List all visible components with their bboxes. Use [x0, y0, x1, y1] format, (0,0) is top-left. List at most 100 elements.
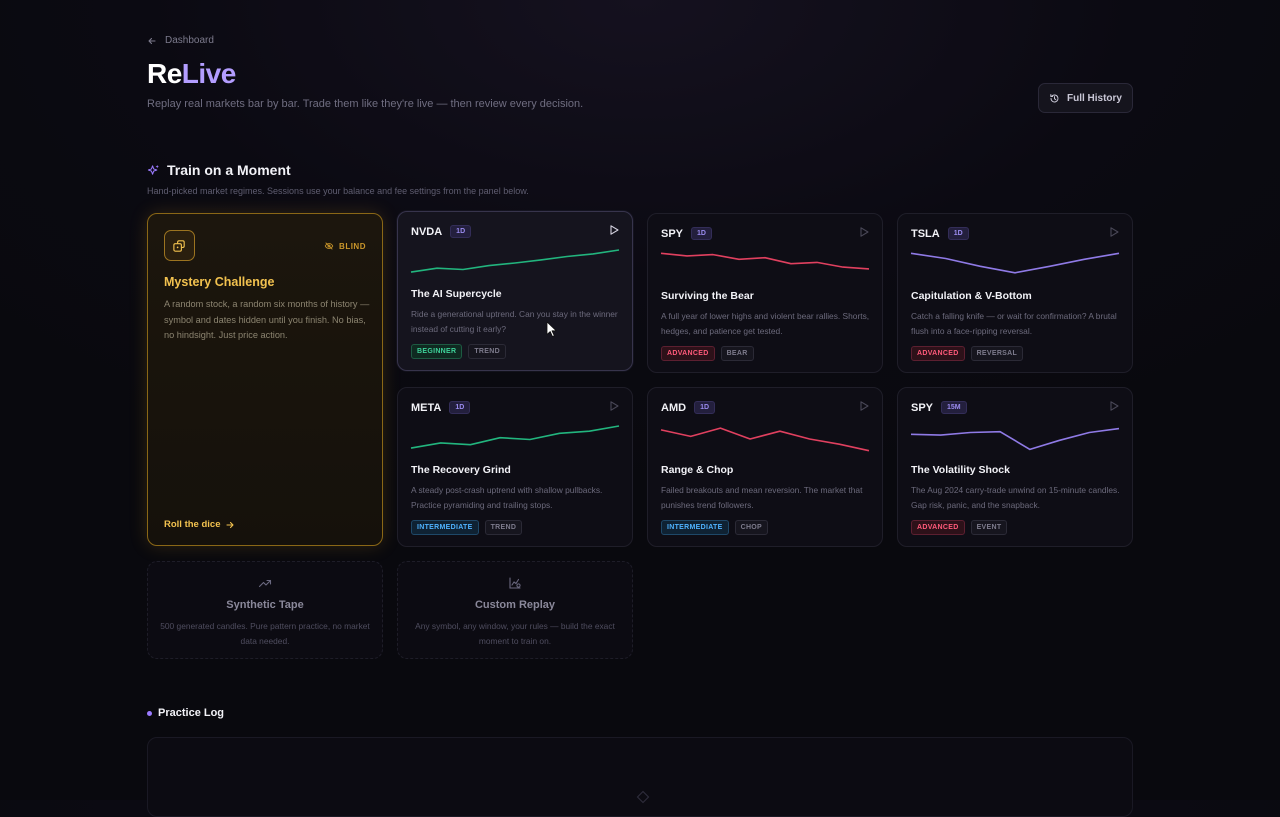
page-title-prefix: Re: [147, 58, 182, 89]
card-title: The AI Supercycle: [411, 288, 502, 300]
category-tag: TREND: [484, 520, 523, 535]
mystery-challenge-card[interactable]: BLIND Mystery Challenge A random stock, …: [147, 213, 383, 546]
page-title: ReLive: [147, 58, 236, 90]
difficulty-tag: ADVANCED: [911, 520, 965, 535]
sparkles-icon: [147, 164, 159, 175]
play-icon[interactable]: [608, 224, 620, 236]
mouse-cursor: [546, 321, 557, 337]
card-tags: ADVANCED BEAR: [661, 346, 754, 361]
card-symbol: NVDA: [411, 225, 443, 238]
card-tags: ADVANCED REVERSAL: [911, 346, 1024, 361]
trending-up-icon: [258, 579, 272, 588]
scenario-card[interactable]: META 1D The Recovery Grind A steady post-cr…: [397, 387, 633, 547]
category-tag: CHOP: [734, 520, 769, 535]
sparkline-path: [910, 252, 1120, 274]
sparkline-chart: [660, 252, 870, 270]
back-link-label: Dashboard: [165, 35, 214, 46]
scenario-card[interactable]: AMD 1D Range & Chop Failed breakouts and me…: [647, 387, 883, 547]
blind-badge-label: BLIND: [339, 241, 366, 251]
card-title: The Volatility Shock: [911, 464, 1010, 476]
custom-replay-description: Any symbol, any window, your rules — bui…: [415, 621, 615, 646]
card-header: TSLA 1D: [911, 227, 969, 240]
card-header: NVDA 1D: [411, 225, 472, 238]
card-title: Capitulation & V-Bottom: [911, 290, 1032, 302]
timeframe-badge: 1D: [691, 227, 712, 240]
roll-dice-link[interactable]: Roll the dice: [164, 519, 235, 530]
difficulty-tag: BEGINNER: [411, 344, 463, 359]
mystery-title: Mystery Challenge: [164, 275, 275, 289]
card-description: Catch a falling knife — or wait for conf…: [911, 311, 1117, 336]
sparkline-path: [410, 249, 620, 273]
category-tag: TREND: [468, 344, 506, 359]
card-tags: INTERMEDIATE CHOP: [661, 520, 769, 535]
sparkline-chart: [660, 427, 870, 452]
sparkline-chart: [910, 427, 1120, 451]
category-tag: REVERSAL: [970, 346, 1024, 361]
practice-log-title: Practice Log: [147, 707, 224, 719]
card-tags: BEGINNER TREND: [411, 344, 506, 359]
section-subtitle: Hand-picked market regimes. Sessions use…: [147, 186, 529, 196]
card-description: The Aug 2024 carry-trade unwind on 15-mi…: [911, 485, 1120, 510]
card-description: Ride a generational uptrend. Can you sta…: [411, 309, 618, 334]
scenario-card[interactable]: TSLA 1D Capitulation & V-Bottom Catch a fal…: [897, 213, 1133, 373]
card-symbol: AMD: [661, 401, 687, 414]
roll-dice-label: Roll the dice: [164, 519, 221, 530]
full-history-label: Full History: [1066, 92, 1122, 104]
card-title: The Recovery Grind: [411, 464, 511, 476]
sparkline-chart: [410, 249, 620, 273]
chart-settings-icon: [509, 577, 521, 589]
card-header: META 1D: [411, 401, 471, 414]
play-icon[interactable]: [608, 400, 620, 412]
timeframe-badge: 1D: [947, 227, 969, 240]
custom-replay-card[interactable]: Custom Replay Any symbol, any window, yo…: [397, 561, 633, 659]
difficulty-tag: INTERMEDIATE: [411, 520, 479, 535]
card-description: A steady post-crash uptrend with shallow…: [411, 485, 603, 510]
arrow-left-icon: [148, 37, 156, 44]
play-icon[interactable]: [1108, 400, 1120, 412]
practice-log-label: Practice Log: [158, 707, 225, 719]
card-tags: INTERMEDIATE TREND: [411, 520, 523, 535]
sparkline-chart: [910, 252, 1120, 274]
sparkline-path: [910, 427, 1120, 451]
card-symbol: META: [411, 401, 442, 414]
custom-replay-title: Custom Replay: [474, 599, 556, 611]
mystery-description: A random stock, a random six months of h…: [164, 299, 370, 340]
category-tag: BEAR: [720, 346, 754, 361]
full-history-button[interactable]: Full History: [1038, 83, 1133, 113]
sparkline-path: [410, 425, 620, 449]
card-symbol: SPY: [911, 401, 934, 414]
card-title: Range & Chop: [661, 464, 734, 476]
play-icon[interactable]: [858, 400, 870, 412]
eye-off-icon: [324, 242, 334, 250]
sparkline-path: [660, 252, 870, 270]
empty-state-icon: [636, 790, 650, 804]
synthetic-tape-title: Synthetic Tape: [226, 599, 304, 611]
scenario-card[interactable]: NVDA 1D The AI Supercycle Ride a generation…: [397, 211, 633, 371]
timeframe-badge: 1D: [694, 401, 716, 414]
scenario-card[interactable]: SPY 1D Surviving the Bear A full year of lo…: [647, 213, 883, 373]
difficulty-tag: ADVANCED: [911, 346, 965, 361]
synthetic-tape-card[interactable]: Synthetic Tape 500 generated candles. Pu…: [147, 561, 383, 659]
history-icon: [1050, 93, 1059, 102]
card-header: AMD 1D: [661, 401, 716, 414]
timeframe-badge: 15M: [941, 401, 967, 414]
category-tag: EVENT: [970, 520, 1008, 535]
back-link[interactable]: Dashboard: [147, 35, 214, 46]
card-description: A full year of lower highs and violent b…: [661, 311, 870, 336]
play-icon[interactable]: [858, 226, 870, 238]
card-header: SPY 15M: [911, 401, 967, 414]
timeframe-badge: 1D: [450, 225, 472, 238]
practice-log-panel: [147, 737, 1133, 817]
section-title-label: Train on a Moment: [167, 162, 291, 178]
play-icon[interactable]: [1108, 226, 1120, 238]
page-title-accent: Live: [181, 58, 237, 89]
card-header: SPY 1D: [661, 227, 712, 240]
scenario-card[interactable]: SPY 15M The Volatility Shock The Aug 2024 c…: [897, 387, 1133, 547]
dice-icon: [164, 230, 195, 261]
bullet-dot: [147, 710, 152, 716]
synthetic-tape-description: 500 generated candles. Pure pattern prac…: [160, 621, 370, 646]
section-title: Train on a Moment: [147, 162, 291, 178]
arrow-right-icon: [226, 521, 235, 528]
difficulty-tag: ADVANCED: [661, 346, 715, 361]
blind-badge: BLIND: [324, 241, 366, 251]
